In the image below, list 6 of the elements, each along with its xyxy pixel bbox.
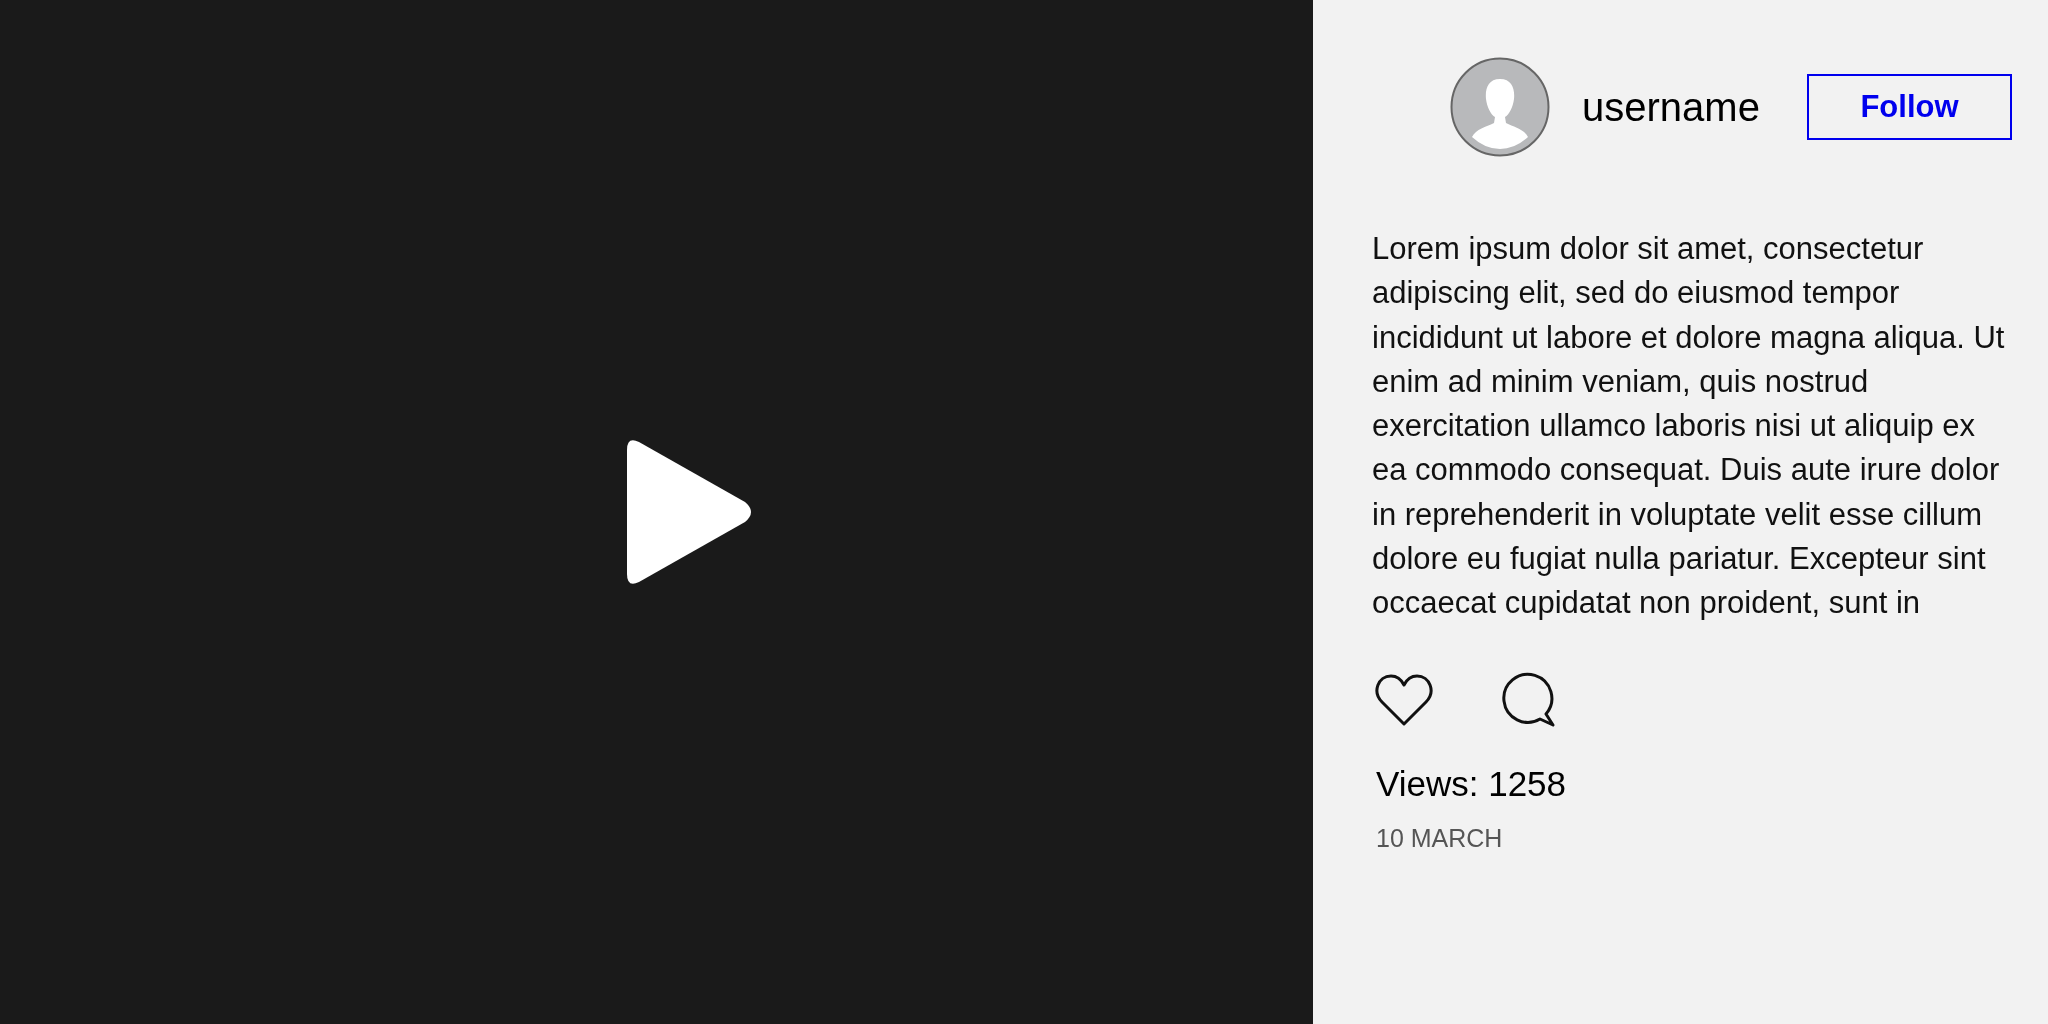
view-count: Views: 1258 bbox=[1376, 763, 1568, 804]
username[interactable]: username bbox=[1582, 84, 1807, 130]
post-date: 10 MARCH bbox=[1376, 823, 1504, 853]
caption-text: Lorem ipsum dolor sit amet, consectetur adipiscing elit, sed do eiusmod tempor incididunt ut labore et dolore magna aliqua. Ut enim ad minim veniam, quis nostrud exercitation ullamco laboris nisi ut aliquip ex ea commodo consequat. Duis aute irure dolor in reprehenderit in voluptate velit esse cillum dolore eu fugiat nulla pariatur. Excepteur sint occaecat cupidatat non proident, sunt in bbox=[1372, 230, 2006, 623]
follow-button[interactable]: Follow bbox=[1807, 74, 2012, 140]
comment-icon[interactable] bbox=[1500, 671, 1556, 728]
